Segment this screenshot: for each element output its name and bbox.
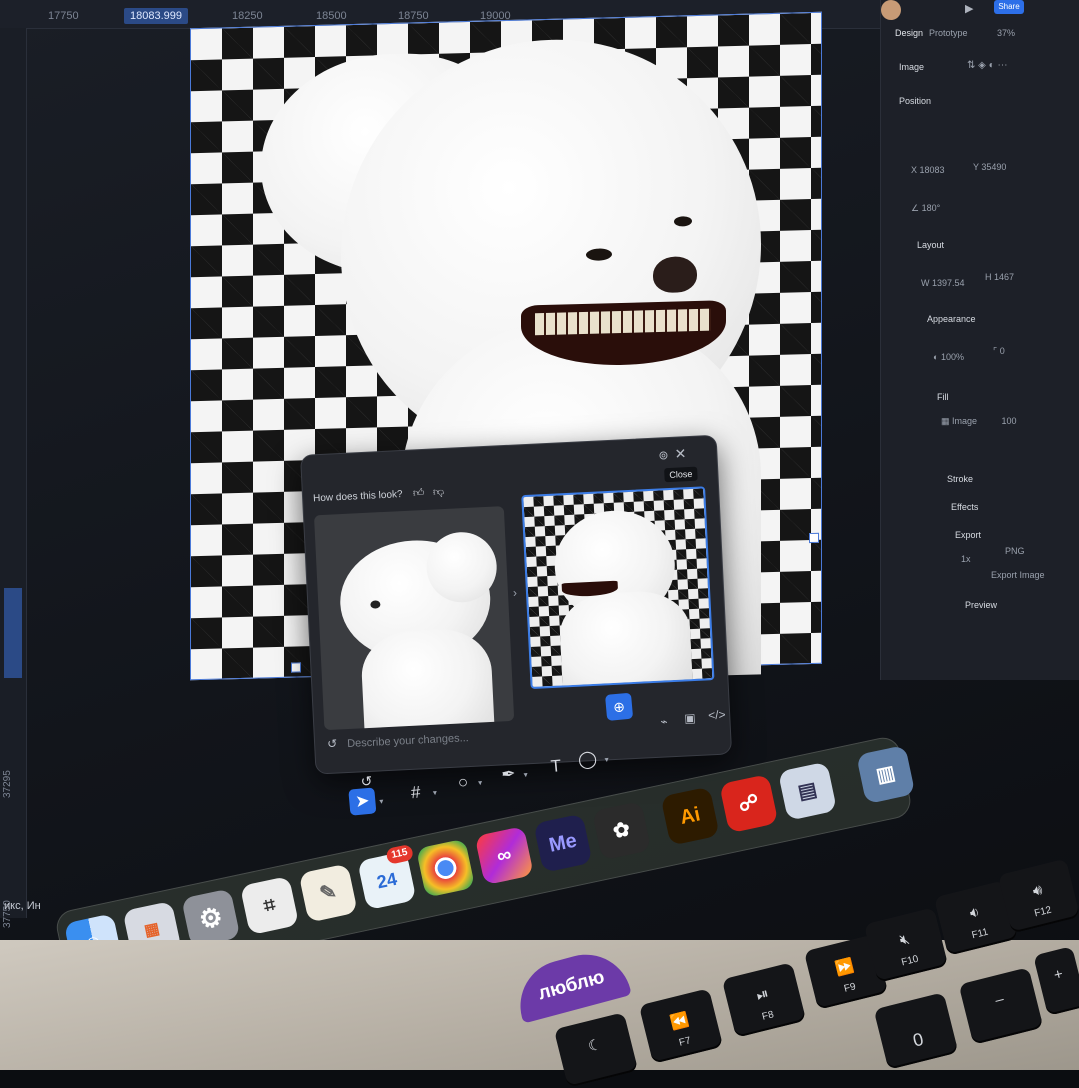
width-field[interactable]: W 1397.54 (921, 278, 965, 288)
play-icon[interactable]: ▶ (965, 2, 973, 15)
position-y-value: 35490 (981, 162, 1007, 172)
fill-type: Image (952, 416, 978, 426)
fill-row[interactable]: ▦ Image 100 (941, 416, 1017, 427)
section-fill: Fill (937, 392, 949, 402)
section-preview: Preview (965, 600, 998, 610)
position-x-field[interactable]: X 18083 (911, 165, 945, 175)
radius-field[interactable]: ⌜ 0 (993, 346, 1005, 357)
export-scale[interactable]: 1x (961, 554, 971, 564)
acrobat-icon[interactable]: ☍ (719, 774, 779, 834)
avatar[interactable] (881, 0, 901, 20)
ruler-tick: 17750 (48, 10, 79, 22)
ruler-selection-tick: 18083.999 (124, 8, 188, 24)
properties-panel: ▶ Share Design Prototype 37% Image ⇅ ◈ ◐… (880, 0, 1079, 680)
section-export: Export (955, 530, 982, 540)
width-value: 1397.54 (932, 278, 965, 288)
radius-value: 0 (999, 346, 1005, 356)
downloads-stack-icon[interactable]: ▥ (856, 744, 916, 805)
close-tooltip: Close (664, 466, 698, 483)
dog-teeth (535, 308, 711, 336)
ruler-tick: 18250 (232, 10, 263, 22)
calendar-icon[interactable]: 24 115 (357, 843, 417, 911)
rotation-field[interactable]: ∠ 180° (911, 203, 940, 214)
position-x-value: 18083 (919, 165, 945, 175)
system-settings-icon[interactable]: ⚙ (181, 888, 241, 948)
feedback-question: How does this look? (312, 489, 403, 505)
zoom-level[interactable]: 37% (997, 28, 1015, 38)
preview-icon[interactable]: ▤ (777, 761, 838, 821)
rotation-value: 180° (921, 203, 941, 213)
left-ruler: 37295 37750 (0, 28, 27, 928)
height-value: 1467 (994, 272, 1015, 282)
export-format[interactable]: PNG (1005, 546, 1025, 556)
ruler-selection-band (4, 588, 22, 678)
opacity-field[interactable]: ◐ 100% (933, 352, 964, 362)
section-appearance: Appearance (927, 314, 976, 324)
calendar-day: 24 (375, 868, 399, 893)
ruler-tick: 37295 (2, 770, 13, 798)
thumbs-up-icon[interactable]: 👍︎ (413, 486, 426, 500)
settings-icon[interactable]: ⊚ (658, 448, 669, 462)
illustrator-icon[interactable]: Ai (660, 786, 720, 846)
canvas-edge-text: икс, Ин (4, 900, 41, 912)
chrome-icon[interactable] (415, 838, 476, 898)
ruler-tick: 18750 (398, 10, 429, 22)
section-stroke: Stroke (947, 474, 974, 484)
creative-cloud-icon[interactable]: ∞ (474, 825, 534, 886)
dog-nose (653, 255, 697, 294)
section-effects: Effects (951, 502, 979, 512)
fill-opacity: 100 (1001, 416, 1017, 426)
section-position: Position (899, 96, 932, 106)
tab-design[interactable]: Design (895, 28, 923, 38)
ruler-tick: 18500 (316, 10, 347, 22)
thumbs-down-icon[interactable]: 👎︎ (433, 485, 446, 499)
opacity-value: 100% (940, 352, 964, 362)
screenshot-icon[interactable]: ⌗ (239, 875, 300, 936)
figma-icon[interactable]: ✿ (591, 801, 652, 861)
export-button[interactable]: Export Image (991, 570, 1045, 580)
media-encoder-icon[interactable]: Me (533, 813, 593, 873)
share-button[interactable]: Share (994, 0, 1024, 14)
textedit-icon[interactable]: ✎ (298, 863, 358, 923)
tab-prototype[interactable]: Prototype (929, 28, 968, 38)
image-actions-icons[interactable]: ⇅ ◈ ◐ ⋯ (967, 60, 1007, 71)
close-icon[interactable]: ✕ (674, 445, 687, 463)
position-y-field[interactable]: Y 35490 (973, 162, 1006, 172)
height-field[interactable]: H 1467 (985, 272, 1014, 282)
section-image: Image (899, 62, 925, 72)
section-layout: Layout (917, 240, 945, 250)
screen: 17750 18083.999 18250 18500 18750 19000 … (0, 0, 1079, 1000)
